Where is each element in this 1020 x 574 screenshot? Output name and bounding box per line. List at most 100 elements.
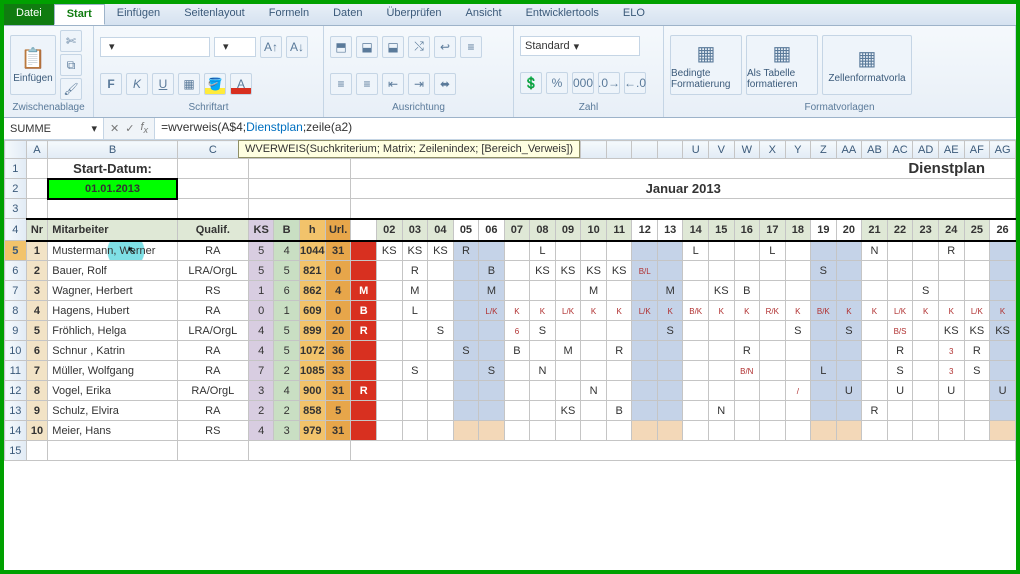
cell[interactable] xyxy=(479,241,504,261)
cell[interactable] xyxy=(581,361,607,381)
cell[interactable] xyxy=(632,401,657,421)
cell[interactable]: S xyxy=(836,321,862,341)
cell[interactable]: LRA/OrgL xyxy=(177,261,248,281)
cell[interactable]: Müller, Wolfgang xyxy=(48,361,177,381)
cell[interactable]: 899 xyxy=(299,321,325,341)
cell[interactable] xyxy=(734,421,760,441)
cell[interactable]: R xyxy=(734,341,760,361)
col-header[interactable] xyxy=(581,141,607,159)
cell[interactable] xyxy=(708,421,734,441)
cell[interactable]: 20 xyxy=(325,321,351,341)
cell[interactable]: 10 xyxy=(26,421,48,441)
cell[interactable]: L/K xyxy=(479,301,504,321)
cell[interactable]: 5 xyxy=(248,241,274,261)
cell[interactable]: 4 xyxy=(248,341,274,361)
cell[interactable] xyxy=(376,341,402,361)
cell[interactable] xyxy=(708,341,734,361)
cell[interactable] xyxy=(683,281,709,301)
cell[interactable] xyxy=(811,321,837,341)
cell[interactable] xyxy=(632,281,657,301)
cell[interactable]: RS xyxy=(177,281,248,301)
cell[interactable] xyxy=(887,401,913,421)
cell[interactable]: 23 xyxy=(913,219,939,241)
cell[interactable] xyxy=(760,261,786,281)
cell[interactable] xyxy=(990,261,1016,281)
cell[interactable] xyxy=(811,401,837,421)
cell[interactable] xyxy=(530,401,556,421)
cell[interactable]: 4 xyxy=(274,381,299,401)
cell[interactable] xyxy=(760,421,786,441)
cell[interactable] xyxy=(760,361,786,381)
cell[interactable]: B/K xyxy=(683,301,709,321)
cut-button[interactable]: ✄ xyxy=(60,30,82,52)
cell[interactable] xyxy=(683,361,709,381)
cell[interactable]: 5 xyxy=(26,321,48,341)
cell[interactable]: L/K xyxy=(964,301,990,321)
cell[interactable] xyxy=(913,381,939,401)
cell[interactable] xyxy=(785,341,810,361)
start-date-cell[interactable]: 01.01.2013 xyxy=(48,179,177,199)
cell[interactable]: S xyxy=(964,361,990,381)
cell[interactable] xyxy=(376,261,402,281)
cell[interactable] xyxy=(683,381,709,401)
cell[interactable]: RA xyxy=(177,361,248,381)
cell[interactable]: N xyxy=(708,401,734,421)
cell[interactable] xyxy=(632,241,657,261)
cell[interactable]: 0 xyxy=(248,301,274,321)
cell[interactable] xyxy=(887,241,913,261)
cell[interactable]: 10 xyxy=(581,219,607,241)
cell[interactable]: / xyxy=(785,381,810,401)
cell[interactable] xyxy=(453,421,478,441)
cell[interactable]: 22 xyxy=(887,219,913,241)
row-header[interactable]: 10 xyxy=(5,341,27,361)
cell[interactable] xyxy=(657,401,682,421)
cell[interactable] xyxy=(428,281,454,301)
cell-styles-button[interactable]: ▦Zellenformatvorla xyxy=(822,35,912,95)
cell[interactable] xyxy=(479,381,504,401)
cell[interactable]: 900 xyxy=(299,381,325,401)
cell[interactable] xyxy=(376,281,402,301)
cell[interactable] xyxy=(581,341,607,361)
cell[interactable] xyxy=(811,421,837,441)
cell[interactable]: U xyxy=(938,381,964,401)
cell[interactable]: 9 xyxy=(26,401,48,421)
cell[interactable] xyxy=(402,381,428,401)
cell[interactable] xyxy=(734,321,760,341)
cell[interactable] xyxy=(887,421,913,441)
tab-formeln[interactable]: Formeln xyxy=(257,4,321,25)
cell[interactable] xyxy=(504,361,529,381)
col-header[interactable]: B xyxy=(48,141,177,159)
cell[interactable]: 7 xyxy=(26,361,48,381)
cell[interactable]: 1072 xyxy=(299,341,325,361)
cell[interactable] xyxy=(581,401,607,421)
cell[interactable] xyxy=(376,301,402,321)
cell[interactable]: B xyxy=(351,301,376,321)
cell[interactable] xyxy=(990,341,1016,361)
fill-color-button[interactable]: 🪣 xyxy=(204,73,226,95)
cell[interactable]: K xyxy=(734,301,760,321)
cell[interactable] xyxy=(453,321,478,341)
cell[interactable] xyxy=(862,281,888,301)
cell[interactable]: K xyxy=(862,301,888,321)
bold-button[interactable]: F xyxy=(100,73,122,95)
format-painter-button[interactable]: 🖌 xyxy=(60,78,82,100)
cell[interactable] xyxy=(555,421,581,441)
cell[interactable] xyxy=(376,381,402,401)
cell[interactable] xyxy=(708,361,734,381)
col-header[interactable]: Z xyxy=(811,141,837,159)
cell[interactable]: R xyxy=(402,261,428,281)
cell[interactable]: 21 xyxy=(862,219,888,241)
italic-button[interactable]: K xyxy=(126,73,148,95)
cell[interactable]: B/S xyxy=(887,321,913,341)
cell[interactable] xyxy=(606,421,632,441)
cell[interactable]: R xyxy=(887,341,913,361)
cell[interactable]: Qualif. xyxy=(177,219,248,241)
row-header[interactable]: 5 xyxy=(5,241,27,261)
cell[interactable]: 5 xyxy=(248,261,274,281)
cell[interactable]: Meier, Hans xyxy=(48,421,177,441)
cell[interactable] xyxy=(504,281,529,301)
cell[interactable]: S xyxy=(811,261,837,281)
number-format-combo[interactable]: Standard▾ xyxy=(520,36,640,56)
cell[interactable]: 19 xyxy=(811,219,837,241)
col-header[interactable] xyxy=(657,141,682,159)
